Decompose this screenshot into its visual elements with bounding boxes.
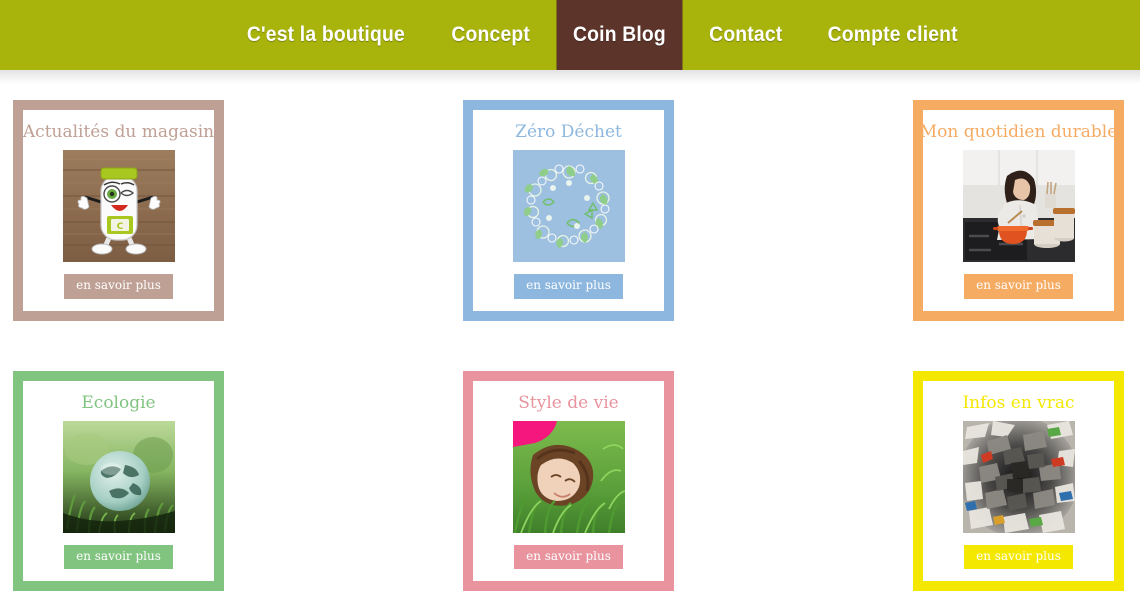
nav-item-compte-client[interactable]: Compte client bbox=[811, 0, 974, 70]
card-title: Zéro Déchet bbox=[515, 122, 622, 142]
card-infos-en-vrac[interactable]: Infos en vrac en savoir plus bbox=[913, 370, 1124, 592]
mascot-on-wood-image: C bbox=[62, 150, 175, 263]
woman-lying-in-grass-image bbox=[512, 420, 625, 533]
card-title: Actualités du magasin bbox=[22, 122, 215, 142]
card-style-de-vie[interactable]: Style de vie en savoir plus bbox=[463, 370, 674, 592]
header-shadow-strip bbox=[0, 70, 1140, 84]
nav-item-cest-la-boutique[interactable]: C'est la boutique bbox=[230, 0, 421, 70]
en-savoir-plus-button[interactable]: en savoir plus bbox=[514, 544, 623, 570]
eco-icons-wreath-image bbox=[512, 150, 625, 263]
card-actualites-du-magasin[interactable]: Actualités du magasin C en savoir plus bbox=[13, 100, 224, 321]
nav-item-contact[interactable]: Contact bbox=[693, 0, 799, 70]
en-savoir-plus-button[interactable]: en savoir plus bbox=[964, 544, 1073, 570]
card-mon-quotidien-durable[interactable]: Mon quotidien durable en savoir plus bbox=[913, 100, 1124, 321]
card-title: Ecologie bbox=[81, 392, 156, 413]
card-ecologie[interactable]: Ecologie en savoir plus bbox=[13, 370, 224, 592]
shredded-paper-recycling-image bbox=[962, 420, 1075, 533]
nav-item-coin-blog[interactable]: Coin Blog bbox=[556, 0, 683, 70]
card-title: Infos en vrac bbox=[962, 392, 1075, 413]
card-title: Mon quotidien durable bbox=[919, 122, 1118, 142]
woman-cooking-kitchen-image bbox=[962, 150, 1075, 263]
svg-text:C: C bbox=[116, 222, 123, 232]
nav-item-concept[interactable]: Concept bbox=[435, 0, 547, 70]
main-navigation: C'est la boutique Concept Coin Blog Cont… bbox=[0, 0, 1140, 70]
card-zero-dechet[interactable]: Zéro Déchet en savoir plus bbox=[463, 100, 674, 321]
blog-category-grid: Actualités du magasin C en savoir plus Z… bbox=[0, 84, 1140, 592]
en-savoir-plus-button[interactable]: en savoir plus bbox=[64, 274, 173, 299]
earth-globe-in-grass-image bbox=[62, 420, 175, 533]
card-title: Style de vie bbox=[518, 392, 619, 413]
en-savoir-plus-button[interactable]: en savoir plus bbox=[964, 274, 1073, 299]
en-savoir-plus-button[interactable]: en savoir plus bbox=[64, 544, 173, 570]
en-savoir-plus-button[interactable]: en savoir plus bbox=[514, 274, 623, 299]
